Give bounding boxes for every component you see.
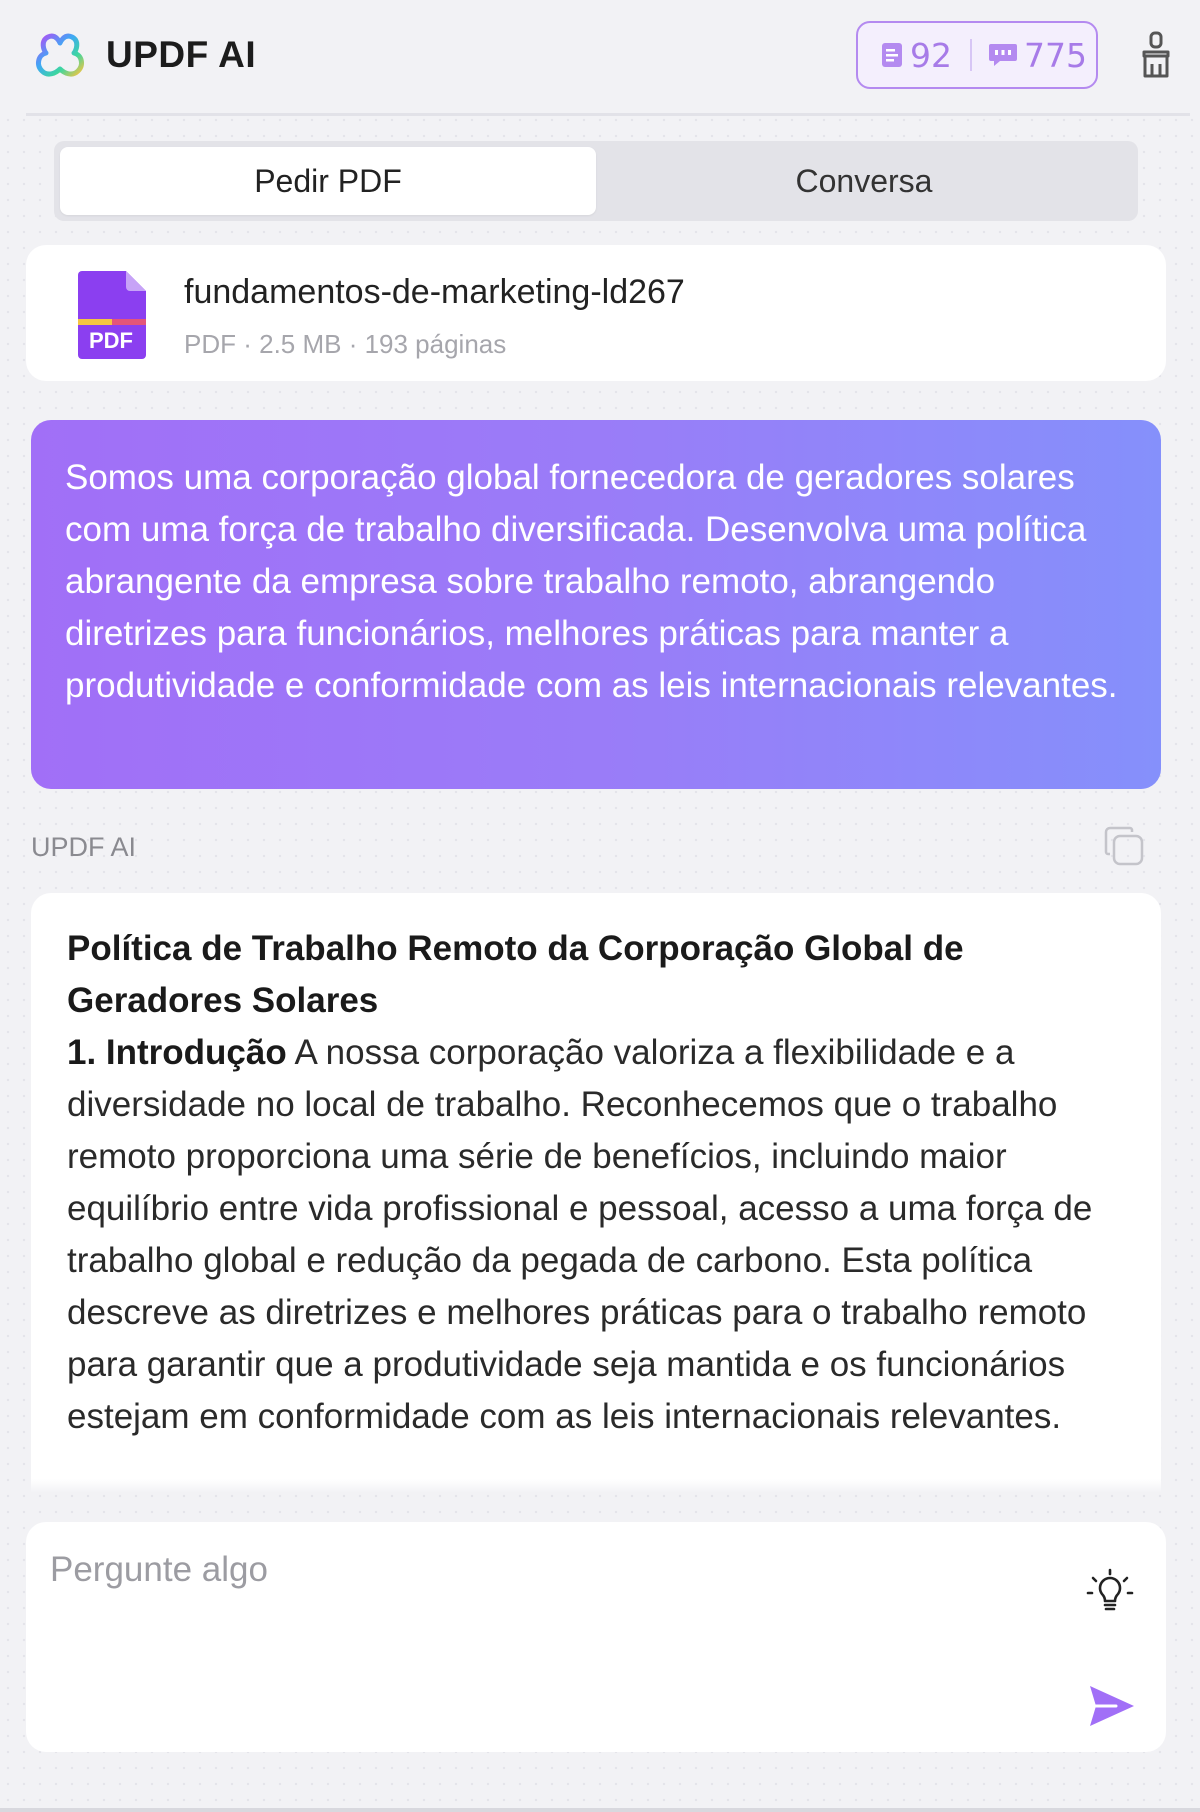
mode-tabs: Pedir PDF Conversa <box>54 141 1138 221</box>
user-message-bubble: Somos uma corporação global fornecedora … <box>31 420 1161 789</box>
pdf-file-icon: PDF <box>78 271 146 359</box>
header: UPDF AI 92 775 <box>0 0 1200 116</box>
app-title: UPDF AI <box>106 34 257 75</box>
header-divider <box>26 113 1190 116</box>
document-credit-count: 92 <box>910 35 952 75</box>
bottom-divider <box>0 1808 1200 1812</box>
section-text: A nossa corporação valoriza a flexibilid… <box>67 1033 1093 1436</box>
section-heading: 1. Introdução <box>67 1033 287 1072</box>
scroll-fade <box>31 1479 1161 1493</box>
updf-logo-icon <box>36 33 84 77</box>
copy-icon[interactable] <box>1102 824 1146 868</box>
chat-credit-icon <box>989 44 1017 66</box>
question-input[interactable] <box>50 1540 1050 1600</box>
file-meta: PDF · 2.5 MB · 193 páginas <box>184 329 507 359</box>
chat-credit-count: 775 <box>1024 35 1087 75</box>
file-name: fundamentos-de-marketing-ld267 <box>184 273 685 311</box>
ai-response-title: Política de Trabalho Remoto da Corporaçã… <box>67 929 964 1020</box>
chat-input-box <box>26 1522 1166 1752</box>
pdf-icon-label: PDF <box>89 328 133 353</box>
chat-credits: 775 <box>972 23 1087 87</box>
ai-sender-label: UPDF AI <box>31 832 137 862</box>
lightbulb-icon[interactable] <box>1084 1566 1136 1618</box>
document-credits: 92 <box>858 23 952 87</box>
credits-badge[interactable]: 92 775 <box>856 21 1098 89</box>
user-message-text: Somos uma corporação global fornecedora … <box>65 458 1118 705</box>
document-credit-icon <box>882 43 902 67</box>
tab-pedir-pdf[interactable]: Pedir PDF <box>60 147 596 215</box>
ai-response-paragraph: 1. Introdução A nossa corporação valoriz… <box>67 1027 1125 1443</box>
ai-response-card: Política de Trabalho Remoto da Corporaçã… <box>31 893 1161 1493</box>
file-card[interactable]: PDF fundamentos-de-marketing-ld267 PDF ·… <box>26 245 1166 381</box>
brush-icon[interactable] <box>1136 30 1176 80</box>
tab-conversa[interactable]: Conversa <box>596 147 1132 215</box>
send-icon[interactable] <box>1086 1682 1138 1730</box>
